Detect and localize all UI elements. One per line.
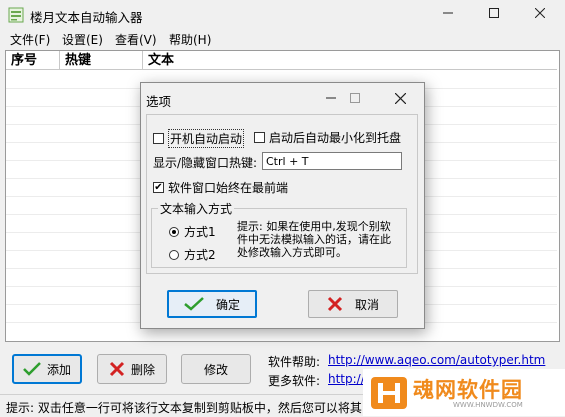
hotkey-input[interactable] [262, 152, 402, 170]
minimize-tray-checkbox[interactable] [254, 132, 265, 143]
edit-button[interactable]: 修改 [181, 354, 251, 384]
watermark: 魂网软件园 WWW.HNWDW.COM [363, 369, 565, 416]
more-label: 更多软件: [268, 374, 321, 388]
delete-button-label: 删除 [130, 362, 155, 377]
ok-button-label: 确定 [215, 297, 240, 312]
minimize-icon [443, 12, 453, 14]
watermark-sub: WWW.HNWDW.COM [453, 401, 523, 409]
add-button[interactable]: 添加 [12, 354, 82, 384]
column-header-text[interactable]: 文本 [143, 51, 557, 70]
menu-bar: 文件(F) 设置(E) 查看(V) 帮助(H) [0, 30, 565, 49]
more-link[interactable]: http:// [328, 372, 365, 386]
input-method-hint: 提示: 如果在使用中,发现个别软件中无法模拟输入的话，请在此处修改输入方式即可。 [237, 220, 391, 259]
maximize-button[interactable] [471, 0, 517, 30]
method2-radio[interactable] [169, 249, 179, 260]
method1-option[interactable]: 方式1 [169, 223, 216, 240]
close-button[interactable] [517, 0, 563, 30]
autostart-label: 开机自动启动 [168, 129, 245, 148]
minimize-tray-label: 启动后自动最小化到托盘 [269, 131, 402, 145]
status-text: 提示: 双击任意一行可将该行文本复制到剪贴板中，然后您可以将其 [6, 401, 362, 415]
autostart-option[interactable]: 开机自动启动 [153, 129, 245, 148]
radio-dot [172, 229, 176, 234]
column-header-hotkey[interactable]: 热键 [60, 51, 143, 70]
menu-view[interactable]: 查看(V) [115, 31, 157, 48]
app-icon [8, 7, 24, 23]
close-icon [534, 7, 546, 19]
cancel-x-icon [327, 296, 343, 312]
autostart-checkbox[interactable] [153, 133, 164, 144]
method1-radio[interactable] [169, 226, 179, 237]
help-label: 软件帮助: [268, 355, 321, 369]
watermark-text: 魂网软件园 [413, 378, 523, 402]
title-bar[interactable]: 楼月文本自动输入器 [0, 0, 565, 30]
cancel-button-label: 取消 [354, 297, 379, 312]
method2-label: 方式2 [184, 248, 216, 262]
menu-help[interactable]: 帮助(H) [169, 31, 211, 48]
column-header-index[interactable]: 序号 [6, 51, 60, 70]
minimize-button[interactable] [425, 0, 471, 30]
menu-file[interactable]: 文件(F) [10, 31, 50, 48]
options-dialog: 选项 开机自动启动 启动后自动最小化到托盘 显示/隐藏窗口热键: ✔ 软件窗口始… [140, 82, 425, 329]
minimize-tray-option[interactable]: 启动后自动最小化到托盘 [254, 129, 401, 146]
watermark-logo [371, 377, 407, 409]
maximize-icon [489, 8, 499, 18]
dialog-maximize-button[interactable] [337, 87, 373, 109]
dialog-close-button[interactable] [382, 87, 418, 109]
minimize-icon [326, 97, 336, 99]
ok-button[interactable]: 确定 [167, 290, 257, 318]
topmost-option[interactable]: ✔ 软件窗口始终在最前端 [153, 179, 288, 196]
menu-settings[interactable]: 设置(E) [62, 31, 103, 48]
input-method-group-title: 文本输入方式 [158, 200, 235, 217]
help-link[interactable]: http://www.aqeo.com/autotyper.htm [328, 353, 545, 367]
maximize-icon [350, 93, 360, 103]
close-icon [394, 92, 406, 104]
check-icon [184, 297, 204, 311]
cancel-button[interactable]: 取消 [308, 290, 398, 318]
delete-x-icon [109, 361, 125, 377]
method2-option[interactable]: 方式2 [169, 246, 216, 263]
dialog-title: 选项 [146, 94, 172, 109]
topmost-checkbox[interactable]: ✔ [153, 182, 164, 193]
hotkey-label: 显示/隐藏窗口热键: [153, 156, 258, 170]
window-title: 楼月文本自动输入器 [30, 10, 143, 25]
edit-button-label: 修改 [203, 362, 228, 377]
topmost-label: 软件窗口始终在最前端 [168, 181, 289, 195]
delete-button[interactable]: 删除 [97, 354, 167, 384]
check-icon [23, 362, 41, 376]
method1-label: 方式1 [184, 225, 216, 239]
add-button-label: 添加 [46, 362, 71, 377]
